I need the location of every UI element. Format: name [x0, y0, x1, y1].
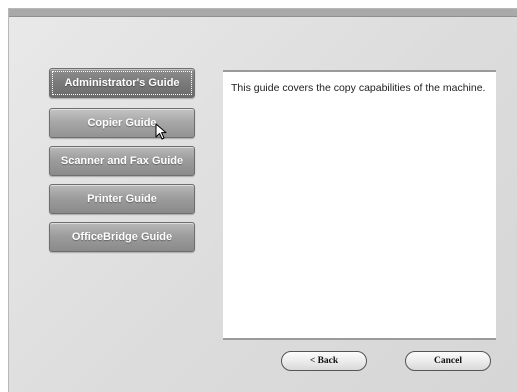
copier-guide-button[interactable]: Copier Guide	[49, 108, 195, 138]
printer-guide-label: Printer Guide	[87, 193, 157, 205]
copier-guide-label: Copier Guide	[87, 117, 157, 129]
installer-window: Administrator's Guide Copier Guide Scann…	[8, 8, 517, 392]
back-button[interactable]: < Back	[281, 351, 367, 371]
cancel-button[interactable]: Cancel	[405, 351, 491, 371]
back-button-label: < Back	[309, 356, 339, 366]
arrow-pointer-icon	[155, 123, 167, 140]
printer-guide-button[interactable]: Printer Guide	[49, 184, 195, 214]
cancel-button-label: Cancel	[434, 356, 462, 366]
scanner-and-fax-guide-label: Scanner and Fax Guide	[60, 155, 184, 167]
guide-description-panel: This guide covers the copy capabilities …	[223, 70, 496, 340]
guide-description-text: This guide covers the copy capabilities …	[231, 82, 486, 94]
officebridge-guide-label: OfficeBridge Guide	[71, 231, 173, 243]
window-top-bar	[9, 9, 517, 17]
scanner-and-fax-guide-button[interactable]: Scanner and Fax Guide	[49, 146, 195, 176]
administrators-guide-label: Administrator's Guide	[64, 77, 180, 89]
administrators-guide-button[interactable]: Administrator's Guide	[49, 68, 195, 98]
officebridge-guide-button[interactable]: OfficeBridge Guide	[49, 222, 195, 252]
